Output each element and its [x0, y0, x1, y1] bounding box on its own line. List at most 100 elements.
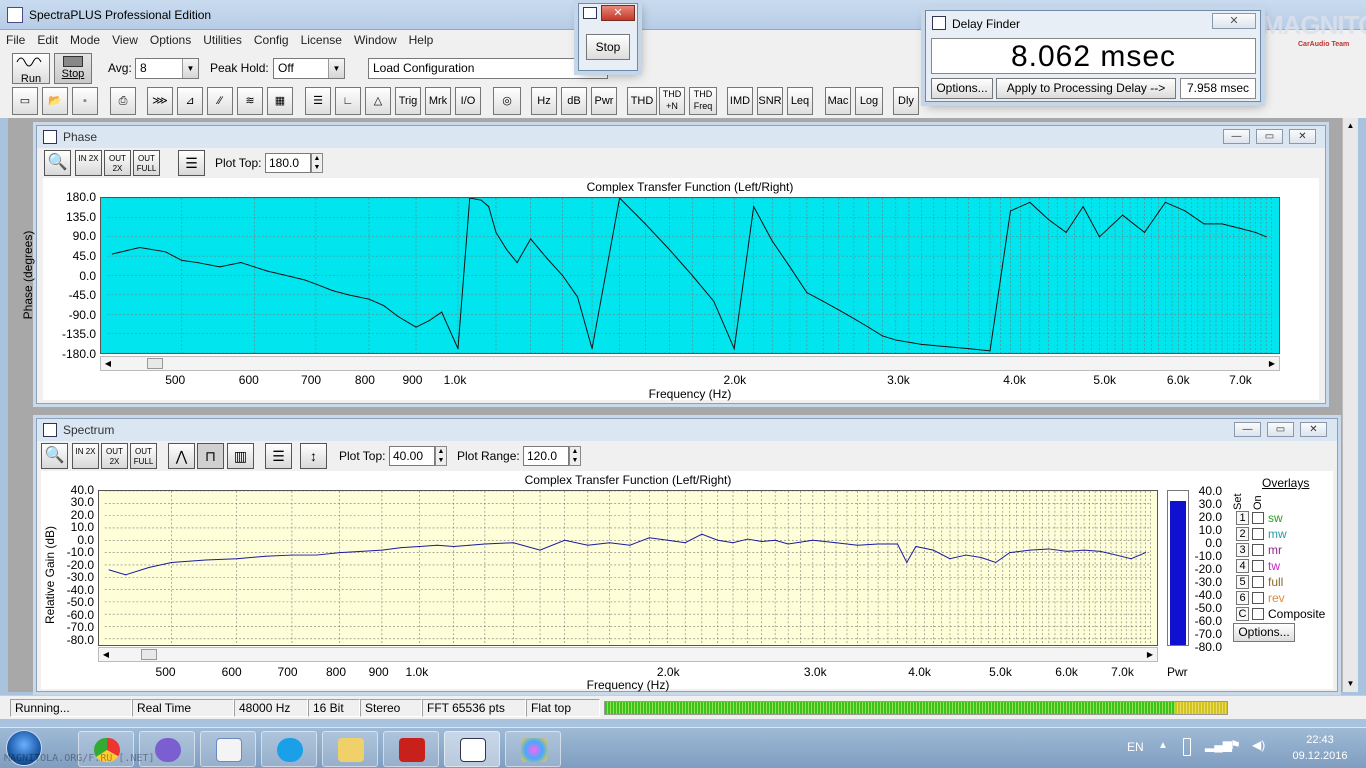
- taskbar-skype[interactable]: [261, 731, 317, 767]
- mdi-scrollbar[interactable]: ▲ ▼: [1342, 118, 1358, 692]
- new-icon[interactable]: ▭: [12, 87, 38, 115]
- save-icon[interactable]: ▪: [72, 87, 98, 115]
- menu-license[interactable]: License: [295, 30, 348, 47]
- clock-date[interactable]: 09.12.2016: [1280, 750, 1360, 762]
- thd-button[interactable]: THD: [627, 87, 657, 115]
- clock-time[interactable]: 22:43: [1280, 734, 1360, 746]
- overlay-set-button[interactable]: 5: [1236, 575, 1249, 589]
- leq-button[interactable]: Leq: [787, 87, 813, 115]
- close-icon[interactable]: ✕: [1289, 129, 1316, 144]
- thd-freq-button[interactable]: THD Freq: [689, 87, 717, 115]
- overlay-checkbox[interactable]: [1252, 576, 1264, 588]
- scroll-thumb[interactable]: [147, 358, 163, 369]
- phase-plot[interactable]: [100, 197, 1280, 354]
- menu-window[interactable]: Window: [348, 30, 403, 47]
- minimize-icon[interactable]: —: [1223, 129, 1250, 144]
- overlay-checkbox[interactable]: [1252, 544, 1264, 556]
- zoom-icon[interactable]: 🔍: [41, 443, 68, 469]
- scroll-right-icon[interactable]: ▶: [1143, 648, 1157, 661]
- menu-edit[interactable]: Edit: [31, 30, 64, 47]
- scroll-down-icon[interactable]: ▼: [1343, 676, 1358, 692]
- triangle-icon[interactable]: △: [365, 87, 391, 115]
- print-icon[interactable]: ⎙: [110, 87, 136, 115]
- menu-config[interactable]: Config: [248, 30, 295, 47]
- waterfall-icon[interactable]: ≋: [237, 87, 263, 115]
- battery-icon[interactable]: [1183, 738, 1191, 756]
- signal-icon[interactable]: ▂▄▆: [1205, 738, 1232, 752]
- scroll-thumb[interactable]: [141, 649, 157, 660]
- volume-icon[interactable]: ◀): [1252, 738, 1265, 752]
- pwr-button[interactable]: Pwr: [591, 87, 617, 115]
- io-button[interactable]: I/O: [455, 87, 481, 115]
- scroll-right-icon[interactable]: ▶: [1265, 357, 1279, 370]
- run-button[interactable]: Run: [12, 53, 50, 84]
- close-icon[interactable]: ✕: [1212, 13, 1256, 29]
- zoom-in-2x-button[interactable]: IN 2X: [75, 150, 102, 176]
- overlay-set-button[interactable]: 4: [1236, 559, 1249, 573]
- bar-graph-icon[interactable]: ▥: [227, 443, 254, 469]
- apply-delay-button[interactable]: Apply to Processing Delay -->: [996, 78, 1176, 99]
- log-button[interactable]: Log: [855, 87, 883, 115]
- snr-button[interactable]: SNR: [757, 87, 783, 115]
- plot-top-input[interactable]: 180.0: [265, 153, 311, 173]
- spin-icon[interactable]: ▲ ▼: [569, 446, 581, 466]
- stop-button[interactable]: Stop: [54, 53, 92, 84]
- dly-button[interactable]: Dly: [893, 87, 919, 115]
- open-icon[interactable]: 📂: [42, 87, 68, 115]
- menu-utilities[interactable]: Utilities: [197, 30, 248, 47]
- imd-button[interactable]: IMD: [727, 87, 753, 115]
- overlay-set-button[interactable]: C: [1236, 607, 1249, 621]
- overlay-options-button[interactable]: Options...: [1233, 623, 1295, 642]
- tray-expand-icon[interactable]: ▲: [1158, 740, 1168, 751]
- overlay-checkbox[interactable]: [1252, 512, 1264, 524]
- mrk-button[interactable]: Mrk: [425, 87, 451, 115]
- overlay-set-button[interactable]: 3: [1236, 543, 1249, 557]
- thdn-button[interactable]: THD +N: [659, 87, 685, 115]
- zoom-icon[interactable]: 🔍: [44, 150, 71, 176]
- menu-view[interactable]: View: [106, 30, 144, 47]
- menu-help[interactable]: Help: [403, 30, 440, 47]
- overlay-set-button[interactable]: 1: [1236, 511, 1249, 525]
- taskbar-acrobat[interactable]: [383, 731, 439, 767]
- fast-forward-icon[interactable]: ⋙: [147, 87, 173, 115]
- overlay-set-button[interactable]: 6: [1236, 591, 1249, 605]
- list-icon[interactable]: ☰: [305, 87, 331, 115]
- stop-dialog-button[interactable]: Stop: [586, 34, 630, 60]
- overlay-checkbox[interactable]: [1252, 528, 1264, 540]
- spin-icon[interactable]: ▲ ▼: [435, 446, 447, 466]
- phase-hscroll[interactable]: ◀ ▶: [100, 356, 1280, 371]
- avg-select[interactable]: 8 ▼: [135, 58, 199, 79]
- trig-button[interactable]: Trig: [395, 87, 421, 115]
- scale-icon[interactable]: ⊿: [177, 87, 203, 115]
- scroll-up-icon[interactable]: ▲: [1343, 118, 1358, 134]
- range-icon[interactable]: ↕: [300, 443, 327, 469]
- generator-icon[interactable]: ◎: [493, 87, 521, 115]
- plot-range-input[interactable]: 120.0: [523, 446, 569, 466]
- zoom-out-full-button[interactable]: OUT FULL: [130, 443, 157, 469]
- taskbar-wordpad[interactable]: [200, 731, 256, 767]
- mac-button[interactable]: Mac: [825, 87, 851, 115]
- step-graph-icon[interactable]: ⊓: [197, 443, 224, 469]
- spectrum-hscroll[interactable]: ◀ ▶: [98, 647, 1158, 662]
- spectrogram-icon[interactable]: ▦: [267, 87, 293, 115]
- restore-icon[interactable]: ▭: [1267, 422, 1294, 437]
- scroll-left-icon[interactable]: ◀: [101, 357, 115, 370]
- zoom-out-full-button[interactable]: OUT FULL: [133, 150, 160, 176]
- slope-icon[interactable]: ∕∕: [207, 87, 233, 115]
- peak-hold-select[interactable]: Off ▼: [273, 58, 345, 79]
- taskbar-paint[interactable]: [505, 731, 561, 767]
- close-icon[interactable]: ✕: [1300, 422, 1327, 437]
- overlay-checkbox[interactable]: [1252, 592, 1264, 604]
- scroll-left-icon[interactable]: ◀: [99, 648, 113, 661]
- plot-settings-icon[interactable]: ☰: [178, 150, 205, 176]
- overlay-set-button[interactable]: 2: [1236, 527, 1249, 541]
- close-icon[interactable]: ✕: [601, 5, 635, 21]
- menu-mode[interactable]: Mode: [64, 30, 106, 47]
- plot-top-input[interactable]: 40.00: [389, 446, 435, 466]
- restore-icon[interactable]: ▭: [1256, 129, 1283, 144]
- config-select[interactable]: Load Configuration: [368, 58, 608, 79]
- menu-file[interactable]: File: [0, 30, 31, 47]
- zoom-out-2x-button[interactable]: OUT 2X: [101, 443, 128, 469]
- spectrum-plot[interactable]: [98, 490, 1158, 646]
- taskbar-explorer[interactable]: [322, 731, 378, 767]
